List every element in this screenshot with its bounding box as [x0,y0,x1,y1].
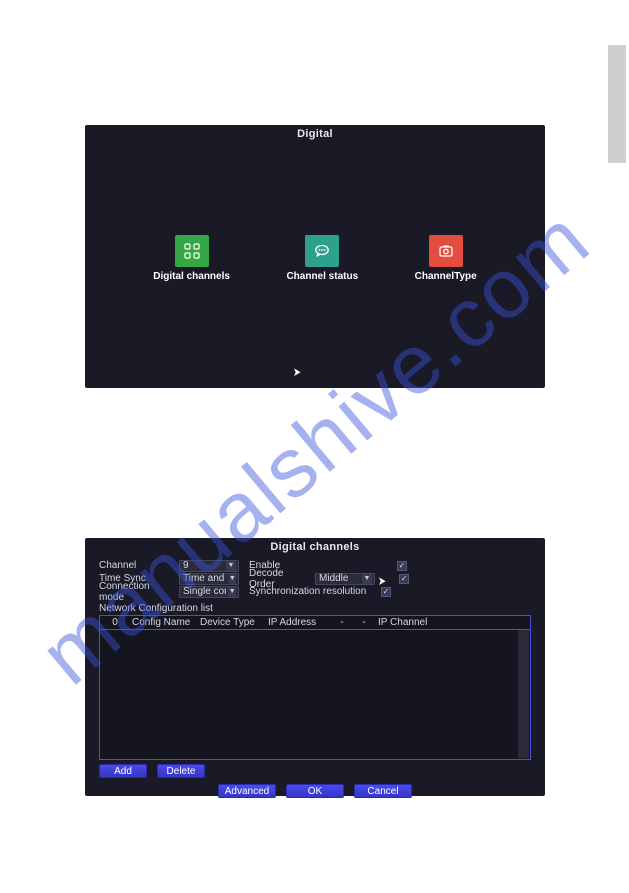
channel-status-label: Channel status [286,271,358,282]
table-header: 0 Config Name Device Type IP Address - -… [100,616,530,630]
th-device-type: Device Type [200,617,262,628]
digital-icons-row: Digital channels Channel status [85,235,545,282]
timesync-value: Time and Tim [183,573,227,584]
label-connection: Connection mode [99,581,175,603]
delete-button[interactable]: Delete [157,764,205,778]
channel-select[interactable]: 9 ▼ [179,560,239,572]
digital-channels-tile[interactable]: Digital channels [153,235,230,282]
add-button[interactable]: Add [99,764,147,778]
table-scrollbar[interactable] [518,630,529,758]
row-connection: Connection mode Single conne ▼ Synchroni… [99,585,535,598]
digital-panel-title: Digital [85,125,545,143]
th-dash1: - [334,617,350,628]
row-add-delete: Add Delete [85,760,545,780]
page: manualshive.com Digital Digital channels [0,0,629,893]
decode-value: Middle [319,573,348,584]
config-table: 0 Config Name Device Type IP Address - -… [99,615,531,760]
enable-checkbox[interactable]: ✓ [397,561,407,571]
cursor-icon: ➤ [378,574,386,588]
connection-select[interactable]: Single conne ▼ [179,586,239,598]
camera-icon [429,235,463,267]
digital-channels-label: Digital channels [153,271,230,282]
digital-channels-title: Digital channels [85,538,545,556]
decode-checkbox[interactable]: ✓ [399,574,409,584]
connection-value: Single conne [183,586,226,597]
row-channel: Channel 9 ▼ Enable ✓ [99,559,535,572]
row-ok-cancel: Advanced OK Cancel [85,780,545,804]
grid-icon [175,235,209,267]
th-ip-channel: IP Channel [378,617,438,628]
th-ip-address: IP Address [268,617,328,628]
cursor-icon: ➤ [293,365,301,379]
th-index: 0 [104,617,126,628]
channel-type-label: ChannelType [415,271,477,282]
digital-panel: Digital Digital channels [85,125,545,388]
label-syncres: Synchronization resolution [243,586,377,597]
chevron-down-icon: ▼ [362,574,372,584]
form-area: Channel 9 ▼ Enable ✓ Time Sync Time and … [85,556,545,602]
channel-status-tile[interactable]: Channel status [286,235,358,282]
doc-scrollbar-thumb[interactable] [608,45,626,163]
advanced-button[interactable]: Advanced [218,784,276,798]
label-channel: Channel [99,560,175,571]
th-dash2: - [356,617,372,628]
digital-channels-panel: Digital channels Channel 9 ▼ Enable ✓ Ti… [85,538,545,796]
label-network-config: Network Configuration list [85,602,545,615]
cancel-button[interactable]: Cancel [354,784,412,798]
th-config-name: Config Name [132,617,194,628]
chevron-down-icon: ▼ [229,574,236,584]
decode-select[interactable]: Middle ▼ [315,573,375,585]
ok-button[interactable]: OK [286,784,344,798]
chat-icon [305,235,339,267]
chevron-down-icon: ▼ [228,587,236,597]
syncres-checkbox[interactable]: ✓ [381,587,391,597]
chevron-down-icon: ▼ [226,561,236,571]
channel-value: 9 [183,560,189,571]
timesync-select[interactable]: Time and Tim ▼ [179,573,239,585]
channel-type-tile[interactable]: ChannelType [415,235,477,282]
